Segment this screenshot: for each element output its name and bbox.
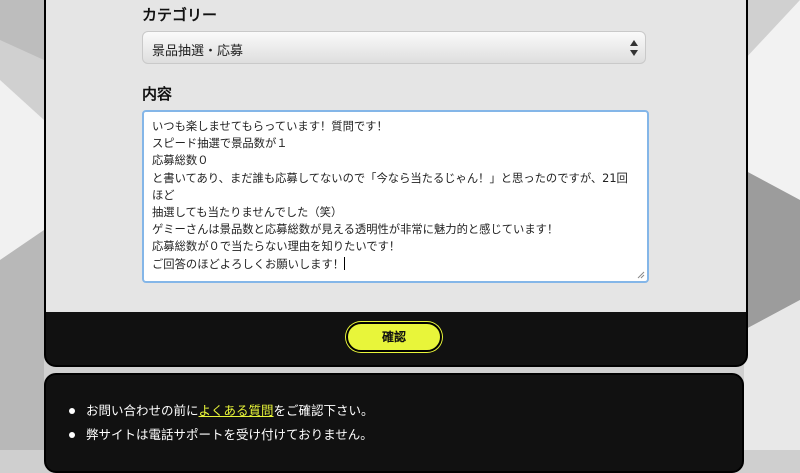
- notice-text: お問い合わせの前に: [86, 403, 199, 418]
- category-label: カテゴリー: [142, 6, 218, 24]
- content-textarea[interactable]: いつも楽しませてもらっています！質問です！ スピード抽選で景品数が１ 応募総数０ と書…: [142, 110, 649, 283]
- category-selected-value: 景品抽選・応募: [152, 44, 244, 59]
- content-line: スピード抽選で景品数が１: [152, 137, 288, 151]
- faq-link[interactable]: よくある質問: [199, 403, 274, 418]
- content-line: いつも楽しませてもらっています！質問です！: [152, 120, 388, 133]
- content-line: 応募総数が０で当たらない理由を知りたいです！: [152, 240, 401, 254]
- notice-card: お問い合わせの前によくある質問をご確認下さい。 弊サイトは電話サポートを受け付け…: [44, 373, 744, 473]
- form-panel: カテゴリー 景品抽選・応募 内容 いつも楽しませてもらっています！質問です！ スピ…: [46, 0, 746, 312]
- category-select[interactable]: 景品抽選・応募: [142, 31, 646, 64]
- inquiry-form-card: カテゴリー 景品抽選・応募 内容 いつも楽しませてもらっています！質問です！ スピ…: [44, 0, 748, 367]
- notice-item-phone: 弊サイトは電話サポートを受け付けておりません。: [66, 423, 374, 447]
- notice-text: をご確認下さい。: [273, 403, 374, 418]
- content-line: ゲミーさんは景品数と応募総数が見える透明性が非常に魅力的と感じています！: [152, 223, 559, 237]
- notice-list: お問い合わせの前によくある質問をご確認下さい。 弊サイトは電話サポートを受け付け…: [66, 399, 374, 447]
- confirm-button[interactable]: 確認: [346, 322, 442, 352]
- notice-item-faq: お問い合わせの前によくある質問をご確認下さい。: [66, 399, 374, 423]
- content-label: 内容: [142, 85, 173, 103]
- content-line: ご回答のほどよろしくお願いします！: [152, 257, 345, 271]
- content-line: 抽選しても当たりませんでした（笑）: [152, 206, 343, 220]
- content-line: 応募総数０: [152, 154, 209, 168]
- select-arrows-icon: [630, 40, 638, 56]
- notice-text: 弊サイトは電話サポートを受け付けておりません。: [86, 427, 373, 442]
- content-last-line-row: ご回答のほどよろしくお願いします！: [152, 256, 639, 273]
- resize-grip-icon[interactable]: [637, 271, 645, 279]
- text-caret: [344, 256, 346, 270]
- content-line: と書いてあり、まだ誰も応募してないので「今なら当たるじゃん！」と思ったのですが、…: [152, 171, 628, 202]
